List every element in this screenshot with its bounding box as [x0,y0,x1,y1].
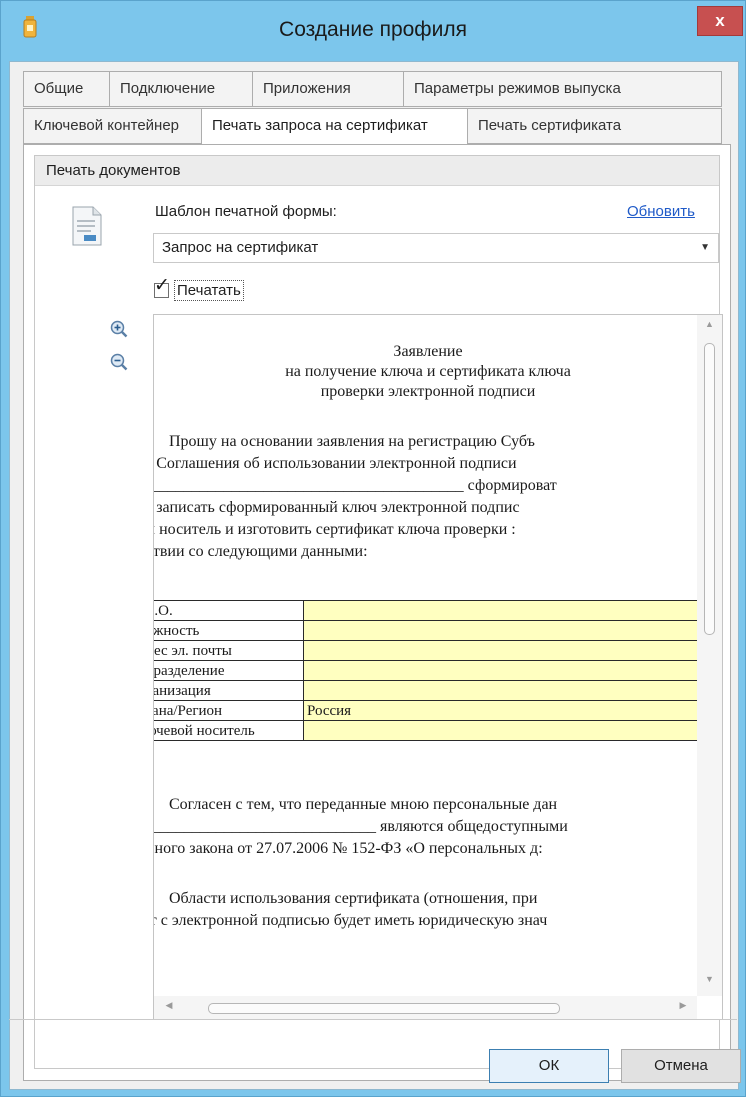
print-documents-group: Печать документов Шаблон печатной формы:… [34,155,723,1069]
table-cell-value[interactable]: Россия [303,700,697,721]
doc-paragraph-line: евой носитель и изготовить сертификат кл… [154,521,516,538]
table-cell-value[interactable] [303,680,697,701]
tab-print-certificate-request[interactable]: Печать запроса на сертификат [202,108,468,146]
doc-paragraph-line: Согласен с тем, что переданные мною перс… [169,796,558,813]
horizontal-scroll-thumb[interactable] [208,1003,560,1014]
table-row: Страна/РегионРоссия [154,700,697,721]
tab-key-container[interactable]: Ключевой контейнер [23,108,202,144]
table-row: Ключевой носитель [154,720,697,741]
table-row: Подразделение [154,660,697,681]
checkmark-icon: ✓ [154,275,170,296]
doc-heading-line: Заявление [393,343,463,360]
window-title: Создание профиля [279,18,467,41]
table-cell-label: Страна/Регион [154,700,304,721]
chevron-down-icon: ▼ [700,242,710,253]
tab-issue-mode-parameters[interactable]: Параметры режимов выпуска [404,71,722,107]
table-cell-label: Подразделение [154,660,304,681]
doc-paragraph-line: Прошу на основании заявления на регистра… [169,433,535,450]
table-row: Должность [154,620,697,641]
tab-panel: Печать документов Шаблон печатной формы:… [23,144,731,1081]
document-icon [72,206,102,250]
scroll-up-icon[interactable]: ▲ [697,319,722,337]
footer-divider [9,1019,737,1020]
scroll-down-icon[interactable]: ▼ [697,974,722,992]
scroll-left-icon[interactable]: ◀ [160,1000,178,1016]
tab-general[interactable]: Общие [23,71,110,107]
doc-paragraph-line: не _____________________________________… [154,477,557,494]
print-checkbox-label[interactable]: Печатать [174,280,244,301]
template-label: Шаблон печатной формы: [155,203,337,220]
table-cell-value[interactable] [303,620,697,641]
doc-paragraph-line: мент с электронной подписью будет иметь … [154,912,548,929]
table-cell-label: Адрес эл. почты [154,640,304,661]
applicant-data-table: Ф.И.О. Должность Адрес эл. почты Подразд… [154,600,697,741]
refresh-link[interactable]: Обновить [627,203,695,220]
table-cell-label: Должность [154,620,304,641]
vertical-scroll-thumb[interactable] [704,343,715,635]
table-cell-label: Организация [154,680,304,701]
table-cell-value[interactable] [303,720,697,741]
tab-row-top: Общие Подключение Приложения Параметры р… [23,71,722,107]
table-cell-value[interactable] [303,660,697,681]
doc-paragraph-line: рального закона от 27.07.2006 № 152-ФЗ «… [154,840,543,857]
doc-heading-line: проверки электронной подписи [320,383,536,400]
doc-paragraph-line: о ______________________________ являютс… [154,818,568,835]
doc-paragraph-line: Области использования сертификата (отнош… [169,890,538,907]
horizontal-scrollbar[interactable]: ◀ ▶ [154,996,697,1019]
table-row: Организация [154,680,697,701]
doc-paragraph-line: иси, записать сформированный ключ электр… [154,499,520,516]
table-cell-value[interactable] [303,600,697,621]
vertical-scrollbar[interactable]: ▲ ▼ [697,315,722,996]
tab-print-certificate[interactable]: Печать сертификата [468,108,722,144]
dialog-window: Создание профиля x Общие Подключение При… [0,0,746,1097]
group-title: Печать документов [35,156,719,186]
table-cell-label: Ключевой носитель [154,720,304,741]
table-cell-value[interactable] [303,640,697,661]
table-cell-label: Ф.И.О. [154,600,304,621]
document-preview[interactable]: Заявление на получение ключа и сертифика… [153,314,723,1020]
zoom-in-icon[interactable] [110,320,128,338]
tab-row-bottom: Ключевой контейнер Печать запроса на сер… [23,108,722,146]
ok-button[interactable]: ОК [489,1049,609,1083]
doc-paragraph-line: ветствии со следующими данными: [154,543,368,560]
tab-applications[interactable]: Приложения [253,71,404,107]
doc-paragraph-line: на и Соглашения об использовании электро… [154,455,517,472]
table-row: Ф.И.О. [154,600,697,621]
dialog-client-area: Общие Подключение Приложения Параметры р… [9,61,739,1090]
scroll-right-icon[interactable]: ▶ [674,1000,692,1016]
close-button[interactable]: x [697,6,743,36]
template-select[interactable]: Запрос на сертификат ▼ [153,233,719,263]
doc-heading-line: на получение ключа и сертификата ключа [285,363,571,380]
template-select-value: Запрос на сертификат [162,239,319,256]
tab-connection[interactable]: Подключение [110,71,253,107]
title-bar[interactable]: Создание профиля x [1,1,745,61]
preview-viewport: Заявление на получение ключа и сертифика… [154,315,697,996]
zoom-out-icon[interactable] [110,353,128,371]
table-row: Адрес эл. почты [154,640,697,661]
cancel-button[interactable]: Отмена [621,1049,741,1083]
